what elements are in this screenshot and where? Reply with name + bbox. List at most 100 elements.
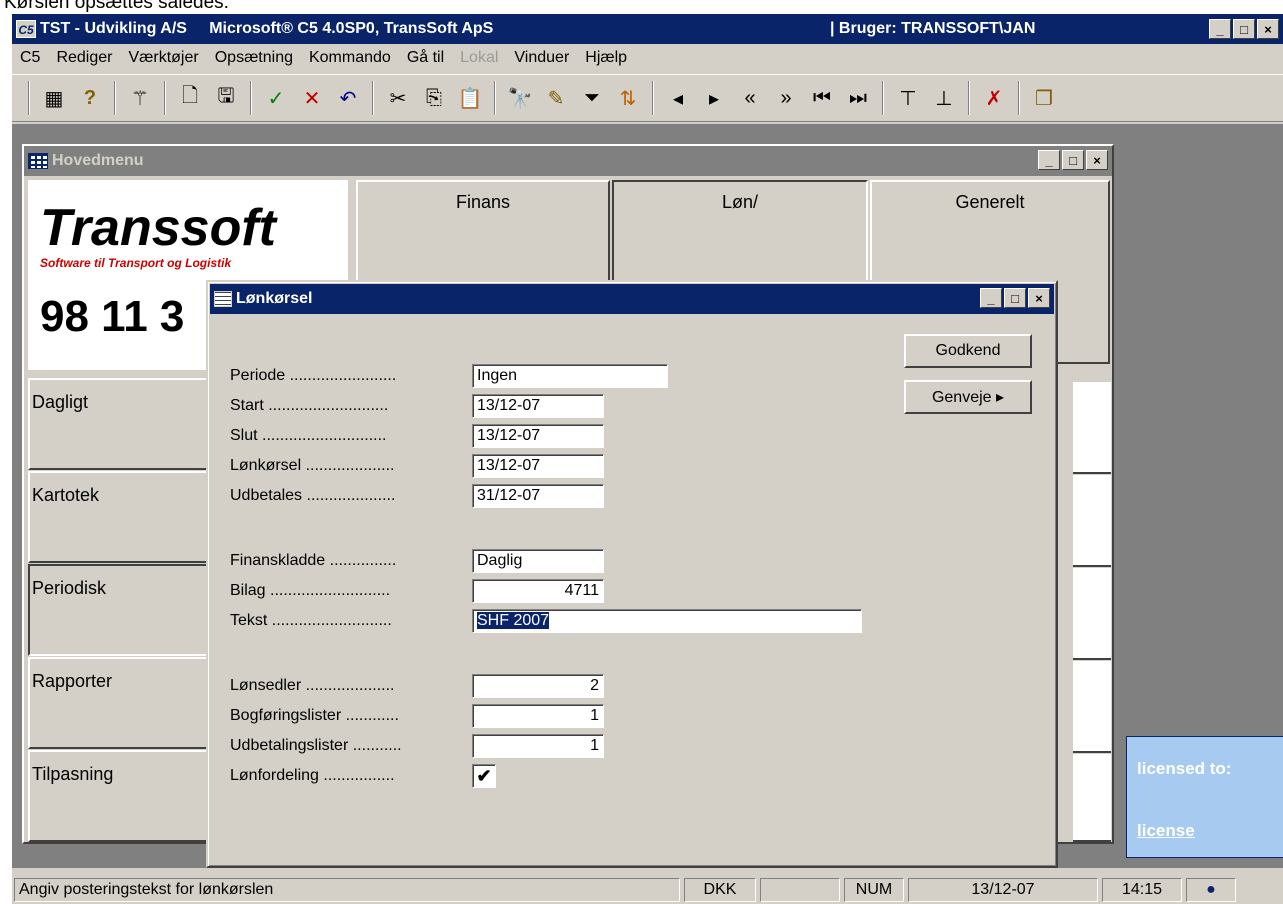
hovedmenu-minimize-button[interactable]: _ [1038, 150, 1060, 170]
page-forward-icon[interactable]: » [770, 82, 802, 114]
approve-icon[interactable]: ✓ [260, 82, 292, 114]
license-link[interactable]: license [1137, 821, 1195, 841]
tekst-selected-value: SHF 2007 [477, 612, 550, 629]
menu-hjaelp[interactable]: Hjælp [577, 49, 635, 67]
page-back-icon[interactable]: « [734, 82, 766, 114]
bogforingslister-label: Bogføringslister ............ [230, 707, 399, 724]
grid-icon [28, 153, 48, 169]
paste-icon[interactable]: 📋 [454, 82, 486, 114]
right-panel-cell [1073, 382, 1111, 474]
hovedmenu-maximize-button[interactable]: □ [1062, 150, 1084, 170]
menu-c5[interactable]: C5 [12, 49, 48, 67]
bilag-field[interactable]: 4711 [472, 579, 604, 603]
status-empty-pane [760, 878, 840, 902]
help-icon[interactable]: ? [74, 82, 106, 114]
c5-application-window: C5 TST - Udvikling A/S Microsoft® C5 4.0… [12, 14, 1283, 904]
hovedmenu-close-button[interactable]: × [1086, 150, 1108, 170]
lonsedler-field[interactable]: 2 [472, 674, 604, 698]
new-document-icon[interactable]: 🗋 [174, 82, 206, 114]
toolbar-separator [1018, 81, 1020, 115]
menu-gaa-til[interactable]: Gå til [399, 49, 452, 67]
status-time: 14:15 [1102, 878, 1182, 902]
lonkorsel-date-field[interactable]: 13/12-07 [472, 454, 604, 478]
right-panel-cell [1073, 661, 1111, 753]
menu-opsaetning[interactable]: Opsætning [207, 49, 301, 67]
user-label: | Bruger: TRANSSOFT\JAN [830, 20, 1036, 37]
dialog-close-button[interactable]: × [1028, 288, 1050, 308]
menu-kommando[interactable]: Kommando [301, 49, 399, 67]
copy-icon[interactable]: ⎘ [418, 82, 450, 114]
udbetalingslister-field[interactable]: 1 [472, 734, 604, 758]
status-hint: Angiv posteringstekst for lønkørslen [14, 878, 680, 902]
app-window-controls: _ □ × [1209, 19, 1279, 39]
logo-phone: 98 11 3 [40, 292, 185, 341]
menu-bar: C5 Rediger Værktøjer Opsætning Kommando … [12, 44, 1283, 72]
toolbar-separator [968, 81, 970, 115]
sort-icon[interactable]: ⇅ [612, 82, 644, 114]
tekst-field[interactable]: SHF 2007 [472, 609, 862, 633]
godkend-button[interactable]: Godkend [904, 334, 1032, 368]
last-record-icon[interactable]: ⏭ [842, 82, 874, 114]
cut-icon[interactable]: ✂ [382, 82, 414, 114]
menu-vinduer[interactable]: Vinduer [506, 49, 577, 67]
finanskladde-field[interactable]: Daglig [472, 549, 604, 573]
dialog-minimize-button[interactable]: _ [980, 288, 1002, 308]
hovedmenu-title-bar: Hovedmenu _ □ × [24, 146, 1112, 176]
prev-icon[interactable]: ◂ [662, 82, 694, 114]
toolbar-separator [882, 81, 884, 115]
undo-icon[interactable]: ↶ [332, 82, 364, 114]
right-panel-cell [1073, 754, 1111, 842]
form-icon [214, 291, 232, 307]
delete-record-icon[interactable]: ✗ [978, 82, 1010, 114]
slut-field[interactable]: 13/12-07 [472, 424, 604, 448]
toolbar-separator [114, 81, 116, 115]
genveje-button[interactable]: Genveje ▸ [904, 380, 1032, 414]
filter-icon[interactable]: ⏷ [576, 82, 608, 114]
bilag-label: Bilag ........................... [230, 582, 391, 599]
right-panel-cell [1073, 475, 1111, 567]
status-bar: Angiv posteringstekst for lønkørslen DKK… [12, 876, 1283, 904]
hovedmenu-title: Hovedmenu [52, 152, 144, 169]
menu-rediger[interactable]: Rediger [48, 49, 120, 67]
status-date: 13/12-07 [908, 878, 1098, 902]
grid-icon[interactable]: ▦ [38, 82, 70, 114]
dialog-title-bar: Lønkørsel _ □ × [210, 284, 1054, 314]
bogforingslister-field[interactable]: 1 [472, 704, 604, 728]
next-icon[interactable]: ▸ [698, 82, 730, 114]
udbetales-field[interactable]: 31/12-07 [472, 484, 604, 508]
dialog-maximize-button[interactable]: □ [1004, 288, 1026, 308]
toolbar-separator [164, 81, 166, 115]
toolbar-separator [494, 81, 496, 115]
wizard-icon[interactable]: ⚚ [124, 82, 156, 114]
windows-icon[interactable]: ❐ [1028, 82, 1060, 114]
right-panel-cell [1073, 568, 1111, 660]
search-icon[interactable]: 🔭 [504, 82, 536, 114]
toolbar-separator [652, 81, 654, 115]
license-text: licensed to: [1137, 759, 1232, 778]
cancel-icon[interactable]: ✕ [296, 82, 328, 114]
dialog-title: Lønkørsel [236, 290, 313, 307]
start-field[interactable]: 13/12-07 [472, 394, 604, 418]
lonsedler-label: Lønsedler .................... [230, 677, 395, 694]
first-record-icon[interactable]: ⏮ [806, 82, 838, 114]
c5-app-icon: C5 [16, 20, 36, 38]
toolbar-grip [28, 81, 30, 115]
app-maximize-button[interactable]: □ [1233, 19, 1255, 39]
insert-record-icon[interactable]: ⊤ [892, 82, 924, 114]
save-icon[interactable]: 🖫 [210, 82, 242, 114]
toolbar-separator [372, 81, 374, 115]
append-record-icon[interactable]: ⊥ [928, 82, 960, 114]
tekst-label: Tekst ........................... [230, 612, 392, 629]
status-currency: DKK [684, 878, 756, 902]
app-minimize-button[interactable]: _ [1209, 19, 1231, 39]
finanskladde-label: Finanskladde ............... [230, 552, 397, 569]
hovedmenu-window-controls: _ □ × [1038, 150, 1108, 170]
edit-query-icon[interactable]: ✎ [540, 82, 572, 114]
status-indicator-icon: ● [1186, 878, 1236, 902]
dialog-window-controls: _ □ × [980, 288, 1050, 308]
app-close-button[interactable]: × [1257, 19, 1279, 39]
periode-field[interactable]: Ingen [472, 364, 668, 388]
lonfordeling-checkbox[interactable]: ✔ [472, 764, 496, 788]
lonkorsel-label: Lønkørsel .................... [230, 457, 395, 474]
menu-vaerktoejer[interactable]: Værktøjer [120, 49, 206, 67]
